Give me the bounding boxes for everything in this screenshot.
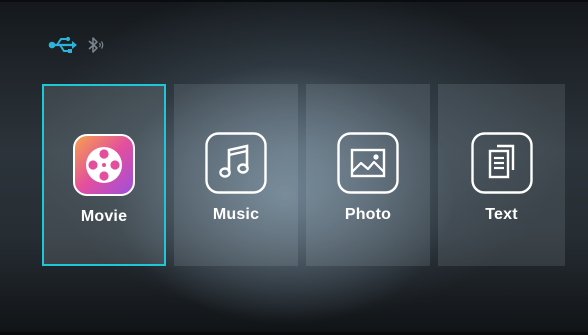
menu-item-label: Text xyxy=(485,206,518,223)
photo-icon xyxy=(337,132,399,194)
top-border xyxy=(0,0,588,2)
menu-item-text[interactable]: Text xyxy=(438,84,565,266)
menu-item-label: Music xyxy=(212,206,260,223)
main-menu: Movie Music Photo Text xyxy=(42,84,565,266)
movie-icon xyxy=(73,134,135,196)
usb-icon xyxy=(48,36,77,53)
status-bar xyxy=(48,34,106,56)
menu-item-label: Photo xyxy=(344,206,392,223)
music-icon xyxy=(205,132,267,194)
menu-item-photo[interactable]: Photo xyxy=(306,84,430,266)
text-icon xyxy=(470,132,533,194)
menu-item-label: Movie xyxy=(80,208,128,225)
bluetooth-icon xyxy=(88,37,104,53)
menu-item-music[interactable]: Music xyxy=(174,84,298,266)
menu-item-movie[interactable]: Movie xyxy=(42,84,166,266)
